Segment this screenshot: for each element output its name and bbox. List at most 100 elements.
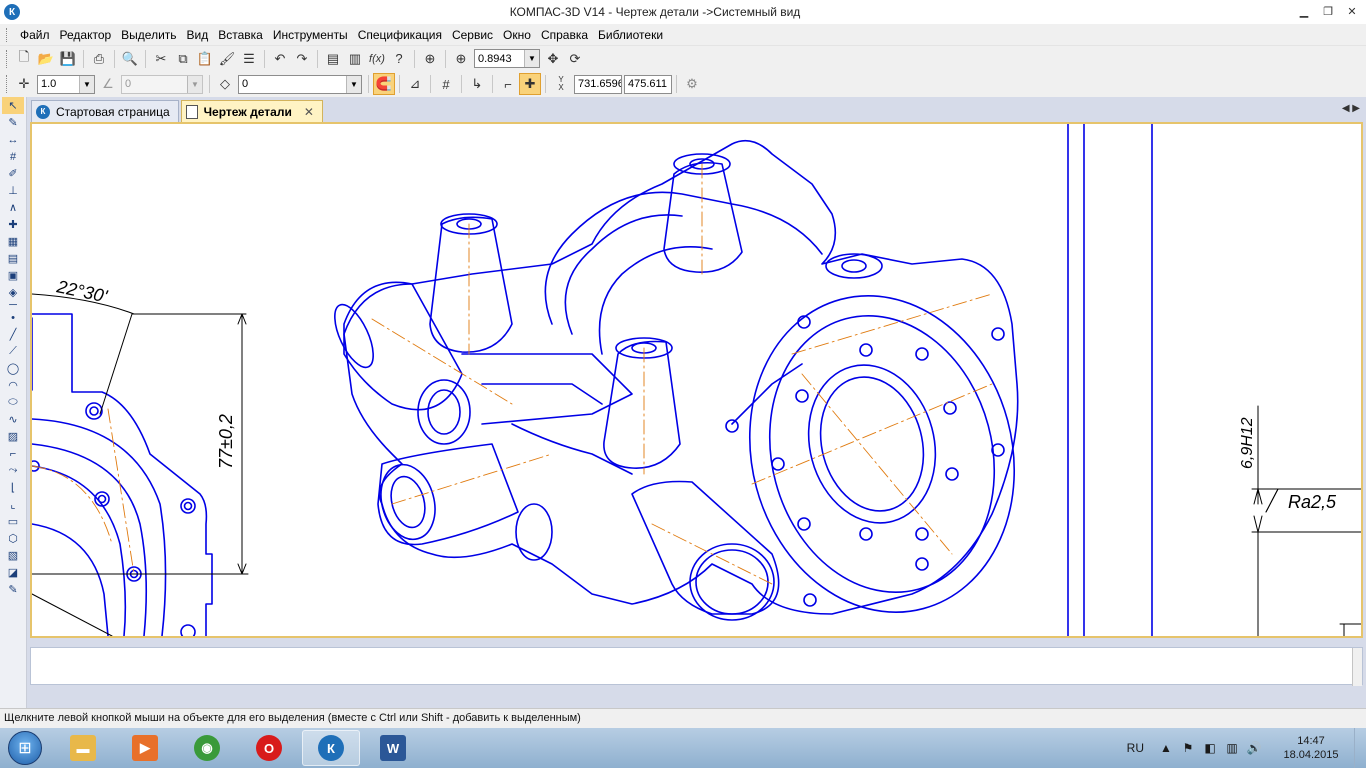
minimize-button[interactable]: ▁: [1296, 3, 1312, 19]
hatch-icon[interactable]: ▨: [2, 428, 24, 445]
chevron-down-icon[interactable]: ▼: [79, 75, 94, 93]
context-help-icon[interactable]: ?: [388, 48, 410, 70]
undo-icon[interactable]: ↶: [269, 48, 291, 70]
properties-panel[interactable]: [30, 647, 1363, 686]
menu-service[interactable]: Сервис: [447, 25, 498, 45]
taskbar-media[interactable]: ▶: [116, 730, 174, 766]
round-icon[interactable]: ✚: [519, 73, 541, 95]
menu-help[interactable]: Справка: [536, 25, 593, 45]
aux-line-icon[interactable]: ╱: [2, 326, 24, 343]
zoom-window-icon[interactable]: ⊕: [419, 48, 441, 70]
menu-file[interactable]: Файл: [15, 25, 55, 45]
ortho-mode-icon[interactable]: ⌐: [497, 73, 519, 95]
menu-select[interactable]: Выделить: [116, 25, 181, 45]
point-icon[interactable]: •: [2, 309, 24, 326]
hatch-fill-icon[interactable]: ▧: [2, 547, 24, 564]
polyline-icon[interactable]: ⌐: [2, 445, 24, 462]
paste-icon[interactable]: 📋: [194, 48, 216, 70]
menu-specification[interactable]: Спецификация: [353, 25, 447, 45]
taskbar-word[interactable]: W: [364, 730, 422, 766]
save-icon[interactable]: 💾: [57, 48, 79, 70]
tab-drawing[interactable]: Чертеж детали ✕: [180, 100, 323, 122]
properties-icon[interactable]: ☰: [238, 48, 260, 70]
taskbar-opera[interactable]: O: [240, 730, 298, 766]
network-icon[interactable]: ▥: [1224, 740, 1240, 756]
segment-icon[interactable]: ⟋: [2, 343, 24, 360]
drawing-canvas[interactable]: 22°30' 77±0,2 6,9H12 Ra2,5: [30, 122, 1363, 638]
circle-icon[interactable]: ◯: [2, 360, 24, 377]
step-combo[interactable]: 1.0 ▼: [37, 74, 95, 94]
curve-icon[interactable]: ⤳: [2, 462, 24, 479]
edit-icon[interactable]: ✐: [2, 165, 24, 182]
tab-start-page[interactable]: К Стартовая страница: [31, 100, 179, 122]
language-indicator[interactable]: RU: [1127, 741, 1144, 755]
rectangle-icon[interactable]: ▭: [2, 513, 24, 530]
step-cursor-icon[interactable]: ✛: [13, 73, 35, 95]
redo-icon[interactable]: ↷: [291, 48, 313, 70]
variables-icon[interactable]: f(x): [366, 48, 388, 70]
dimensions-icon[interactable]: ↔: [2, 131, 24, 148]
restore-button[interactable]: ❐: [1320, 3, 1336, 19]
close-tab-icon[interactable]: ✕: [304, 105, 314, 119]
layer-combo[interactable]: 0 ▼: [238, 74, 362, 94]
print-icon[interactable]: ⎙: [88, 48, 110, 70]
magnet-snap-icon[interactable]: 🧲: [373, 73, 395, 95]
arc-icon[interactable]: ◠: [2, 377, 24, 394]
cut-icon[interactable]: ✂: [150, 48, 172, 70]
format-brush-icon[interactable]: 🖌: [216, 48, 238, 70]
library-icon[interactable]: ▥: [344, 48, 366, 70]
close-window-button[interactable]: ✕: [1344, 3, 1360, 19]
select-icon[interactable]: ✚: [2, 216, 24, 233]
new-document-icon[interactable]: 🗋: [13, 48, 35, 70]
start-button[interactable]: ⊞: [0, 728, 50, 768]
refresh-icon[interactable]: ⟳: [564, 48, 586, 70]
menu-libraries[interactable]: Библиотеки: [593, 25, 668, 45]
chamfer-icon[interactable]: ⌊: [2, 479, 24, 496]
local-cs-icon[interactable]: ↳: [466, 73, 488, 95]
preview-icon[interactable]: 🔍: [119, 48, 141, 70]
coord-x-field[interactable]: 731.6596: [574, 74, 622, 94]
equidistant-icon[interactable]: ✎: [2, 581, 24, 598]
antivirus-icon[interactable]: ◧: [1202, 740, 1218, 756]
tabs-scroll-icon[interactable]: ◀ ▶: [1342, 103, 1360, 114]
taskbar-chrome[interactable]: ◉: [178, 730, 236, 766]
grid-icon[interactable]: #: [435, 73, 457, 95]
manager-icon[interactable]: ▤: [322, 48, 344, 70]
ellipse-icon[interactable]: ⬭: [2, 394, 24, 411]
chevron-down-icon[interactable]: ▼: [346, 75, 361, 93]
chevron-down-icon[interactable]: ▼: [524, 50, 539, 67]
chevron-down-icon[interactable]: ▼: [187, 75, 202, 93]
contour-icon[interactable]: ◪: [2, 564, 24, 581]
layer-icon[interactable]: ◇: [214, 73, 236, 95]
ortho-icon[interactable]: ⊿: [404, 73, 426, 95]
select-tool-icon[interactable]: ↖: [2, 97, 24, 114]
show-desktop-button[interactable]: [1354, 728, 1366, 768]
menu-insert[interactable]: Вставка: [213, 25, 268, 45]
menu-view[interactable]: Вид: [182, 25, 214, 45]
measure-icon[interactable]: ∧: [2, 199, 24, 216]
fillet-icon[interactable]: ⌞: [2, 496, 24, 513]
flag-icon[interactable]: ⚑: [1180, 740, 1196, 756]
panel-scrollbar[interactable]: [1352, 648, 1362, 686]
param-icon[interactable]: ⊥: [2, 182, 24, 199]
menu-tools[interactable]: Инструменты: [268, 25, 353, 45]
geometry-icon[interactable]: ✎: [2, 114, 24, 131]
menu-edit[interactable]: Редактор: [55, 25, 117, 45]
volume-icon[interactable]: 🔊: [1246, 740, 1262, 756]
menu-window[interactable]: Окно: [498, 25, 536, 45]
coord-y-field[interactable]: 475.611: [624, 74, 672, 94]
taskbar-kompas[interactable]: К: [302, 730, 360, 766]
views-icon[interactable]: ▦: [2, 233, 24, 250]
spline-icon[interactable]: ∿: [2, 411, 24, 428]
angle-icon[interactable]: ∠: [97, 73, 119, 95]
symbols-icon[interactable]: #: [2, 148, 24, 165]
pan-icon[interactable]: ✥: [542, 48, 564, 70]
zoom-combo[interactable]: 0.8943 ▼: [474, 49, 540, 68]
parametrization-icon[interactable]: ⚙: [681, 73, 703, 95]
open-folder-icon[interactable]: 📂: [35, 48, 57, 70]
show-hidden-icons-icon[interactable]: ▲: [1158, 740, 1174, 756]
angle-combo[interactable]: 0 ▼: [121, 74, 203, 94]
spec-icon[interactable]: ▤: [2, 250, 24, 267]
zoom-in-icon[interactable]: ⊕: [450, 48, 472, 70]
clock[interactable]: 14:47 18.04.2015: [1272, 734, 1350, 762]
